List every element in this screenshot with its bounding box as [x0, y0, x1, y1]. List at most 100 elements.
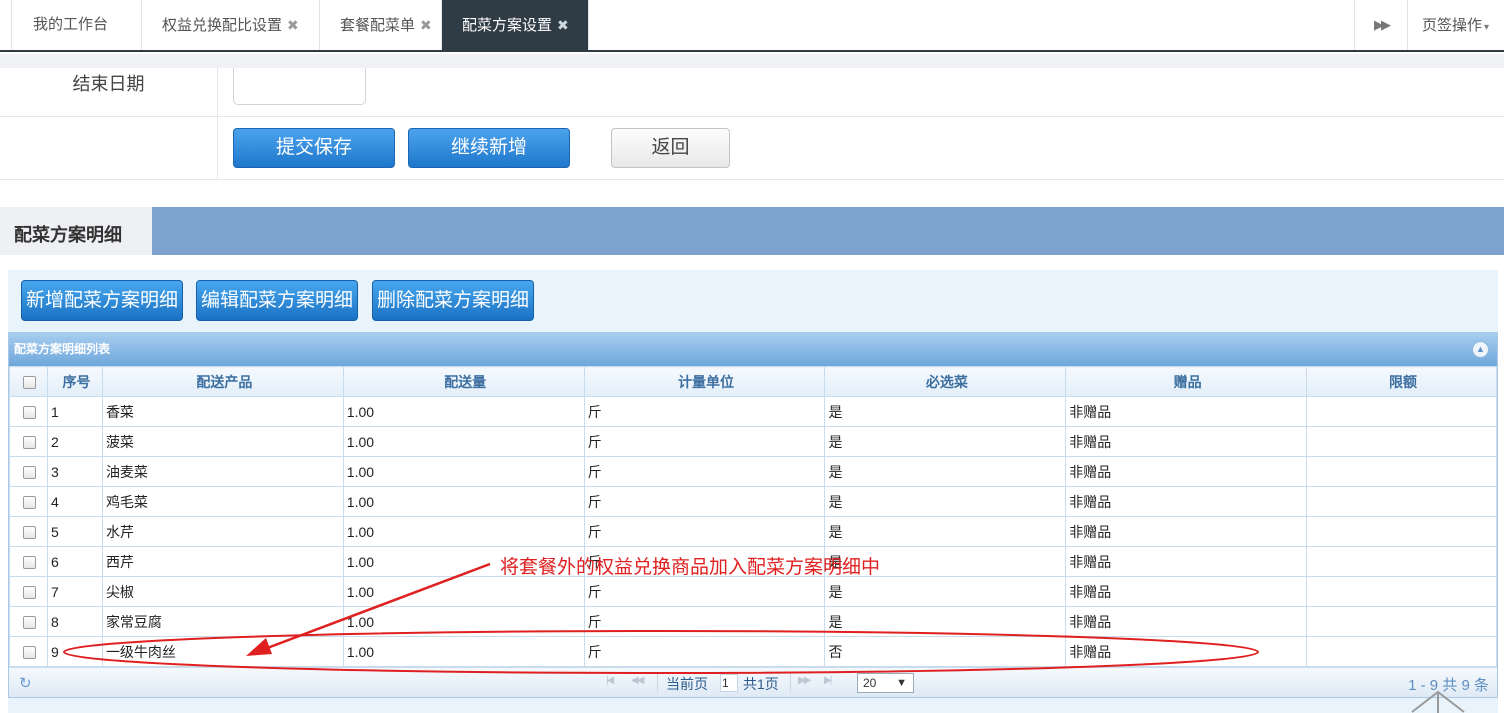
row-checkbox[interactable]: [9, 456, 48, 487]
table-row[interactable]: 9 一级牛肉丝 1.00 斤否非赠品: [9, 636, 1497, 667]
tab-dish-plan-settings[interactable]: 配菜方案设置 ✖: [442, 0, 589, 50]
cell-product: 尖椒: [101, 576, 344, 607]
cell-gift: 非赠品: [1065, 576, 1308, 607]
pager-divider: [790, 674, 791, 692]
row-checkbox[interactable]: [9, 396, 48, 427]
detail-section-title[interactable]: 配菜方案明细: [0, 207, 152, 255]
table-row[interactable]: 4 鸡毛菜 1.00 斤是非赠品: [9, 486, 1497, 517]
cell-gift: 非赠品: [1065, 426, 1308, 457]
cell-limit: [1306, 576, 1497, 607]
tab-scroll-next-icon[interactable]: ▶▶: [1354, 0, 1408, 50]
row-checkbox[interactable]: [9, 426, 48, 457]
checkbox-icon: [23, 376, 37, 390]
cell-unit: 斤: [583, 396, 826, 427]
prev-page-icon[interactable]: ◀◀: [631, 675, 644, 686]
close-icon[interactable]: ✖: [420, 17, 432, 33]
page-size-select[interactable]: 20 ▼: [857, 673, 914, 693]
close-icon[interactable]: ✖: [287, 17, 299, 33]
tab-operations-menu[interactable]: 页签操作 ▾: [1408, 0, 1504, 50]
cell-required: 是: [824, 456, 1067, 487]
cell-qty: 1.00: [342, 516, 585, 547]
column-header[interactable]: 配送量: [342, 366, 585, 397]
last-page-icon[interactable]: ▶|: [824, 675, 832, 686]
cell-unit: 斤: [583, 426, 826, 457]
table-row[interactable]: 2 菠菜 1.00 斤是非赠品: [9, 426, 1497, 457]
back-button[interactable]: 返回: [611, 128, 730, 168]
close-icon[interactable]: ✖: [557, 17, 569, 33]
tab-operations-label: 页签操作: [1422, 17, 1483, 34]
row-checkbox[interactable]: [9, 606, 48, 637]
column-header[interactable]: 计量单位: [583, 366, 826, 397]
cell-product: 鸡毛菜: [101, 486, 344, 517]
cell-qty: 1.00: [342, 456, 585, 487]
end-date-input[interactable]: [233, 68, 366, 105]
cell-unit: 斤: [583, 456, 826, 487]
column-header[interactable]: 必选菜: [824, 366, 1067, 397]
detail-grid: 配菜方案明细列表 ▲ 序号 配送产品 配送量 计量单位 必选菜 赠品 限额 1香…: [8, 332, 1498, 698]
checkbox-icon: [23, 526, 37, 540]
row-checkbox[interactable]: [9, 636, 48, 667]
tab-rights-exchange-ratio[interactable]: 权益兑换配比设置 ✖: [142, 0, 320, 50]
next-page-icon[interactable]: ▶▶: [798, 675, 811, 686]
continue-add-button[interactable]: 继续新增: [408, 128, 570, 168]
form-actions-label-cell: [0, 117, 218, 179]
cell-limit: [1306, 396, 1497, 427]
cell-gift: 非赠品: [1065, 606, 1308, 637]
cell-no: 2: [46, 426, 103, 457]
cell-required: 否: [824, 636, 1067, 667]
delete-detail-button[interactable]: 删除配菜方案明细: [372, 280, 534, 321]
tab-bar: 我的工作台 权益兑换配比设置 ✖ 套餐配菜单 ✖ 配菜方案设置 ✖ ▶▶ 页签操作 ▾: [0, 0, 1504, 52]
cell-unit: 斤: [583, 636, 826, 667]
table-row[interactable]: 5 水芹 1.00 斤是非赠品: [9, 516, 1497, 547]
edit-detail-button[interactable]: 编辑配菜方案明细: [196, 280, 358, 321]
total-pages-label: 共1页: [743, 676, 779, 692]
pager-divider: [657, 674, 658, 692]
checkbox-icon: [23, 616, 37, 630]
add-detail-button[interactable]: 新增配菜方案明细: [21, 280, 183, 321]
page-size-value: 20: [863, 676, 877, 690]
column-header[interactable]: 限额: [1306, 366, 1497, 397]
submit-save-button[interactable]: 提交保存: [233, 128, 395, 168]
table-row[interactable]: 3 油麦菜 1.00 斤是非赠品: [9, 456, 1497, 487]
table-row[interactable]: 1 香菜 1.00 斤是非赠品: [9, 396, 1497, 427]
column-header[interactable]: 序号: [46, 366, 103, 397]
cell-limit: [1306, 456, 1497, 487]
cell-required: 是: [824, 576, 1067, 607]
current-page-input[interactable]: 1: [720, 674, 738, 692]
table-header-row: 序号 配送产品 配送量 计量单位 必选菜 赠品 限额: [9, 366, 1497, 397]
row-checkbox[interactable]: [9, 546, 48, 577]
row-checkbox[interactable]: [9, 516, 48, 547]
collapse-icon[interactable]: ▲: [1472, 341, 1489, 358]
tab-label: 权益兑换配比设置: [162, 17, 283, 34]
cell-gift: 非赠品: [1065, 636, 1308, 667]
tab-label: 配菜方案设置: [462, 17, 553, 34]
cell-unit: 斤: [583, 576, 826, 607]
refresh-icon[interactable]: ↻: [19, 674, 32, 692]
cell-product: 油麦菜: [101, 456, 344, 487]
row-checkbox[interactable]: [9, 486, 48, 517]
tab-label: 套餐配菜单: [340, 17, 416, 34]
table-row[interactable]: 8 家常豆腐 1.00 斤是非赠品: [9, 606, 1497, 637]
end-date-row: 结束日期: [0, 68, 1504, 117]
cell-no: 1: [46, 396, 103, 427]
dropdown-arrow-icon: ▼: [896, 677, 907, 689]
checkbox-icon: [23, 586, 37, 600]
column-header[interactable]: 配送产品: [101, 366, 344, 397]
table-row[interactable]: 7 尖椒 1.00 斤是非赠品: [9, 576, 1497, 607]
checkbox-icon: [23, 646, 37, 660]
cell-no: 4: [46, 486, 103, 517]
cell-qty: 1.00: [342, 396, 585, 427]
select-all-checkbox[interactable]: [9, 366, 48, 397]
detail-table: 序号 配送产品 配送量 计量单位 必选菜 赠品 限额 1 香菜 1.00 斤是非赠品 …: [9, 366, 1497, 667]
row-checkbox[interactable]: [9, 576, 48, 607]
first-page-icon[interactable]: |◀: [606, 675, 614, 686]
cell-gift: 非赠品: [1065, 396, 1308, 427]
cell-qty: 1.00: [342, 576, 585, 607]
end-date-label: 结束日期: [0, 68, 218, 116]
tab-set-meal-menu[interactable]: 套餐配菜单 ✖: [320, 0, 442, 50]
cell-qty: 1.00: [342, 636, 585, 667]
form-actions-row: [0, 117, 1504, 180]
tab-workbench[interactable]: 我的工作台: [13, 0, 142, 50]
column-header[interactable]: 赠品: [1065, 366, 1308, 397]
back-to-top-icon[interactable]: [1408, 686, 1468, 713]
